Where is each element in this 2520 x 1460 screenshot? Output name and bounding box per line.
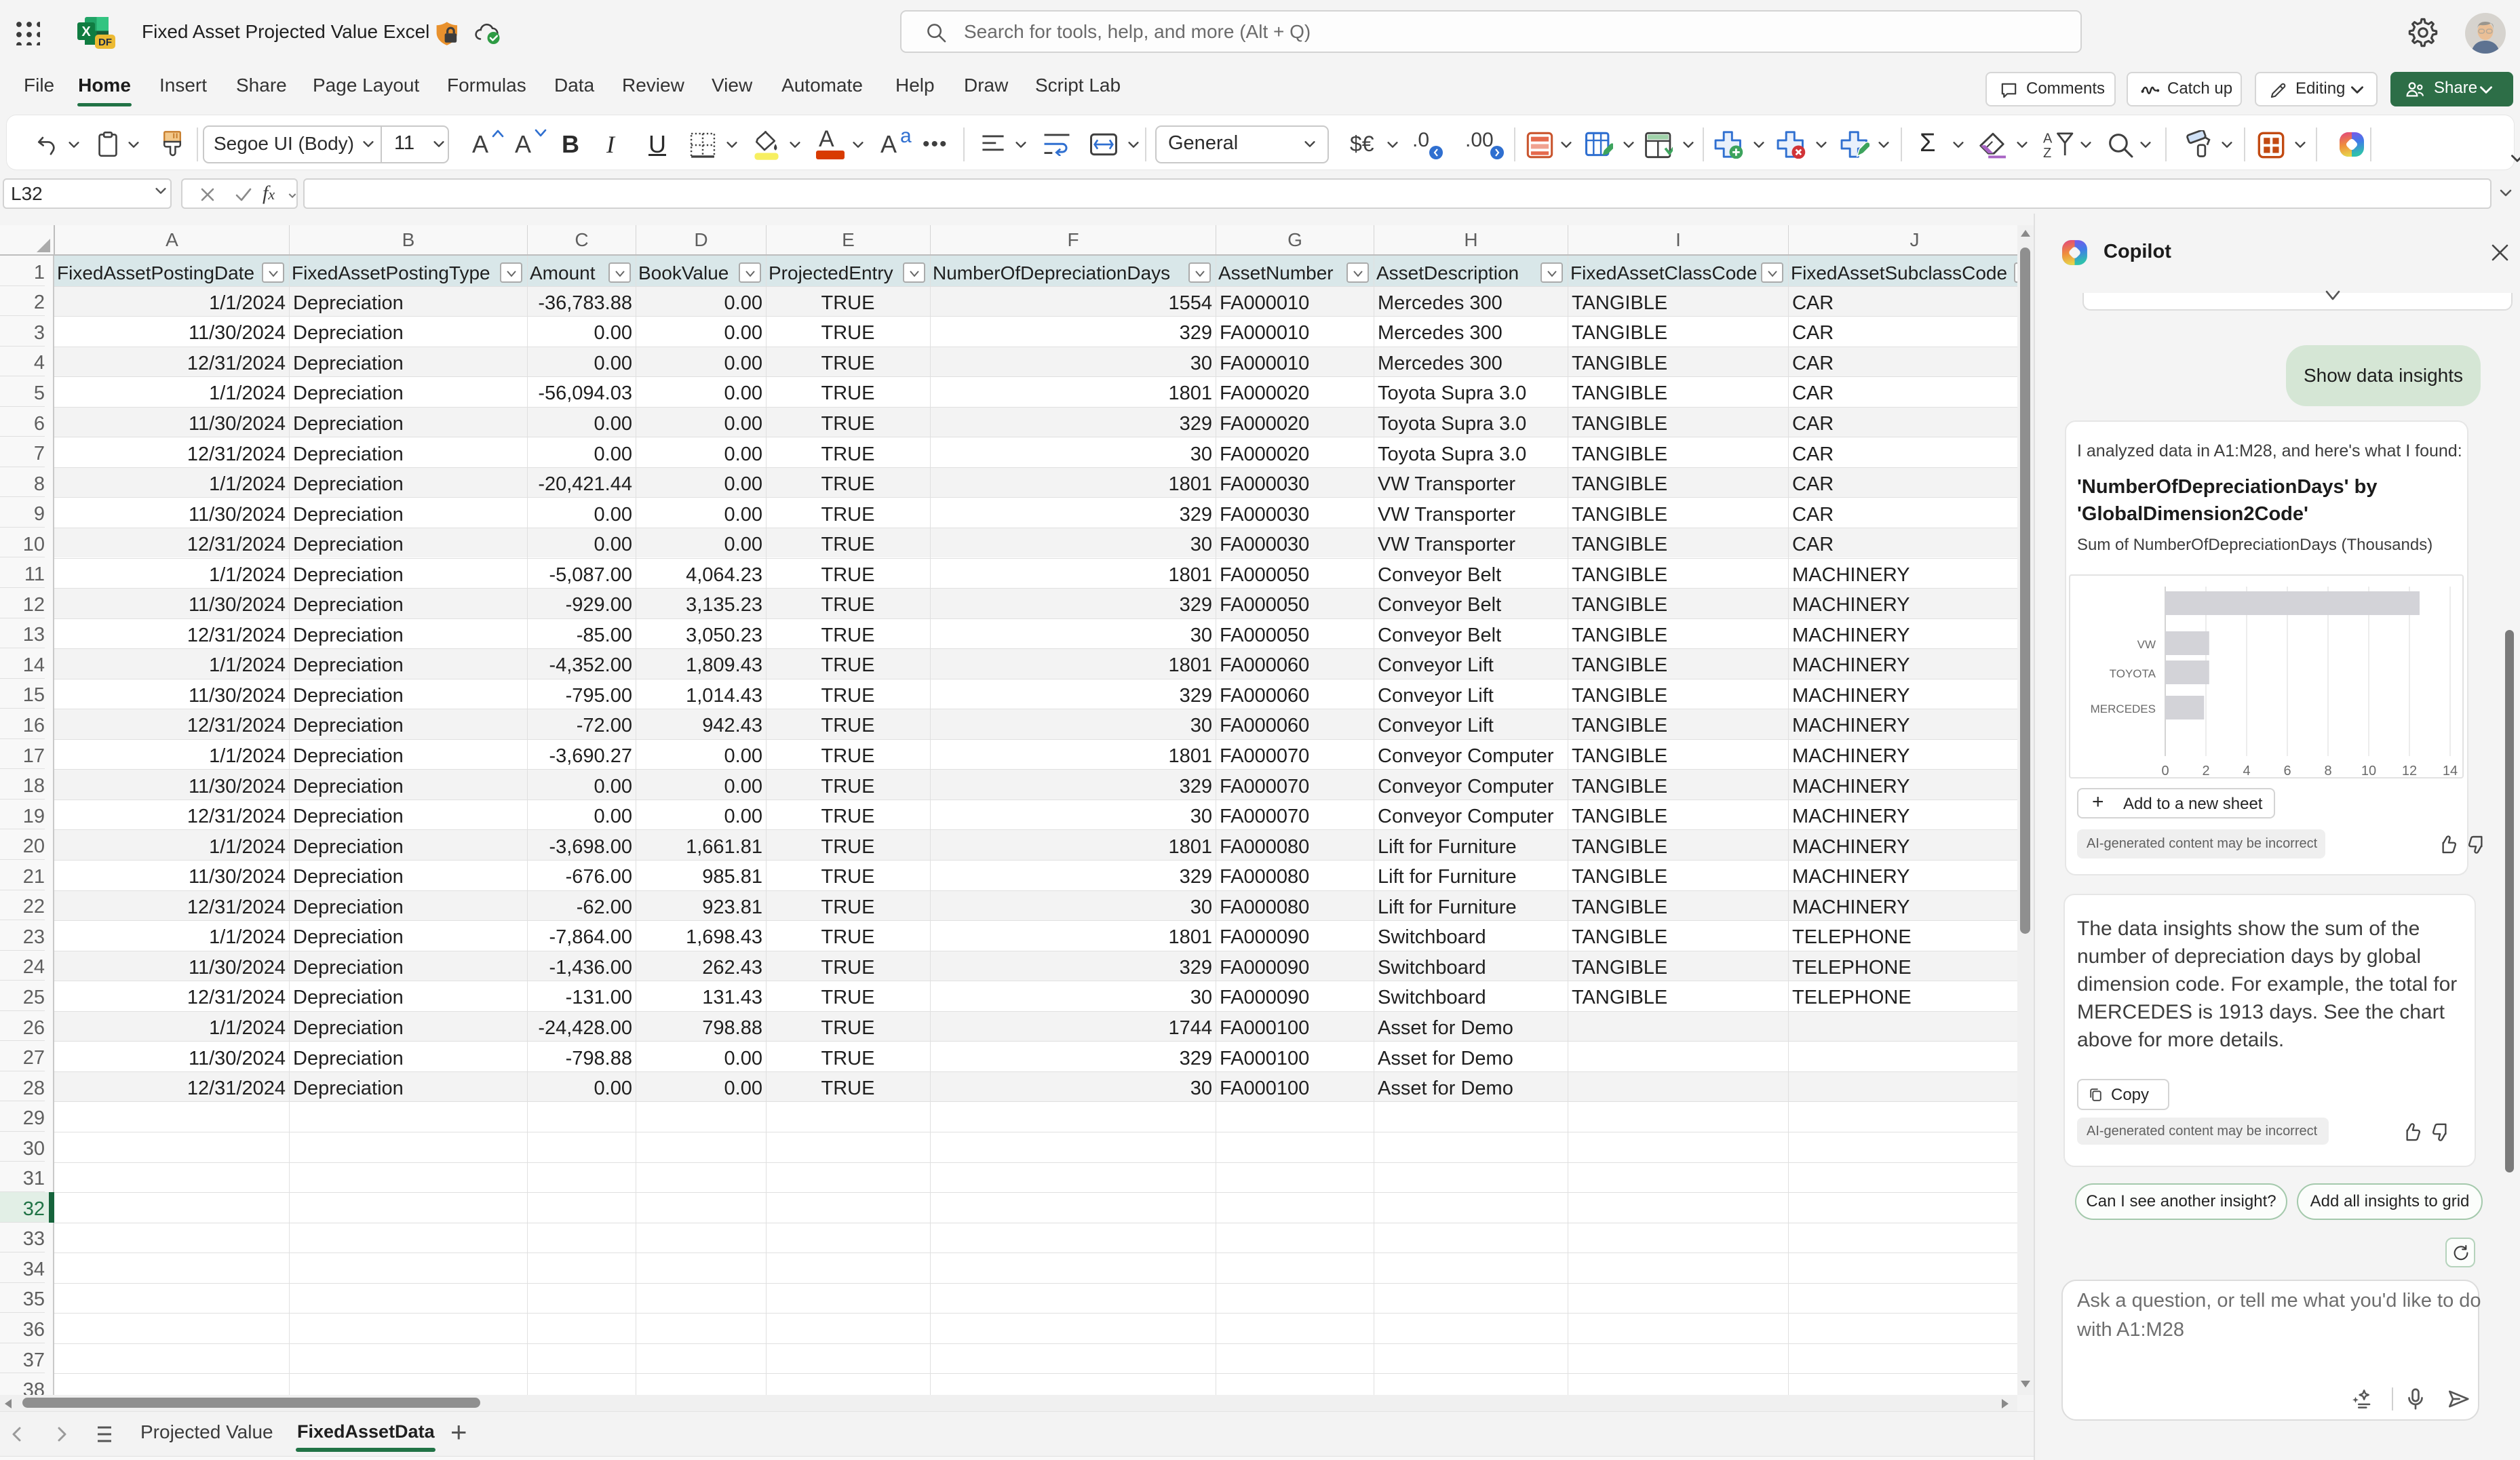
svg-text:A: A: [2043, 132, 2053, 146]
svg-text:14: 14: [2443, 764, 2458, 778]
svg-text:12: 12: [2402, 764, 2417, 778]
svg-text:6: 6: [2283, 764, 2291, 778]
svg-text:0: 0: [2161, 764, 2169, 778]
svg-text:TOYOTA: TOYOTA: [2110, 667, 2156, 680]
svg-text:10: 10: [2361, 764, 2376, 778]
svg-text:2: 2: [2202, 764, 2209, 778]
svg-text:4: 4: [2243, 764, 2250, 778]
svg-text:MERCEDES: MERCEDES: [2091, 703, 2156, 715]
svg-text:VW: VW: [2137, 638, 2156, 651]
svg-text:8: 8: [2324, 764, 2331, 778]
svg-text:Z: Z: [2043, 146, 2051, 159]
